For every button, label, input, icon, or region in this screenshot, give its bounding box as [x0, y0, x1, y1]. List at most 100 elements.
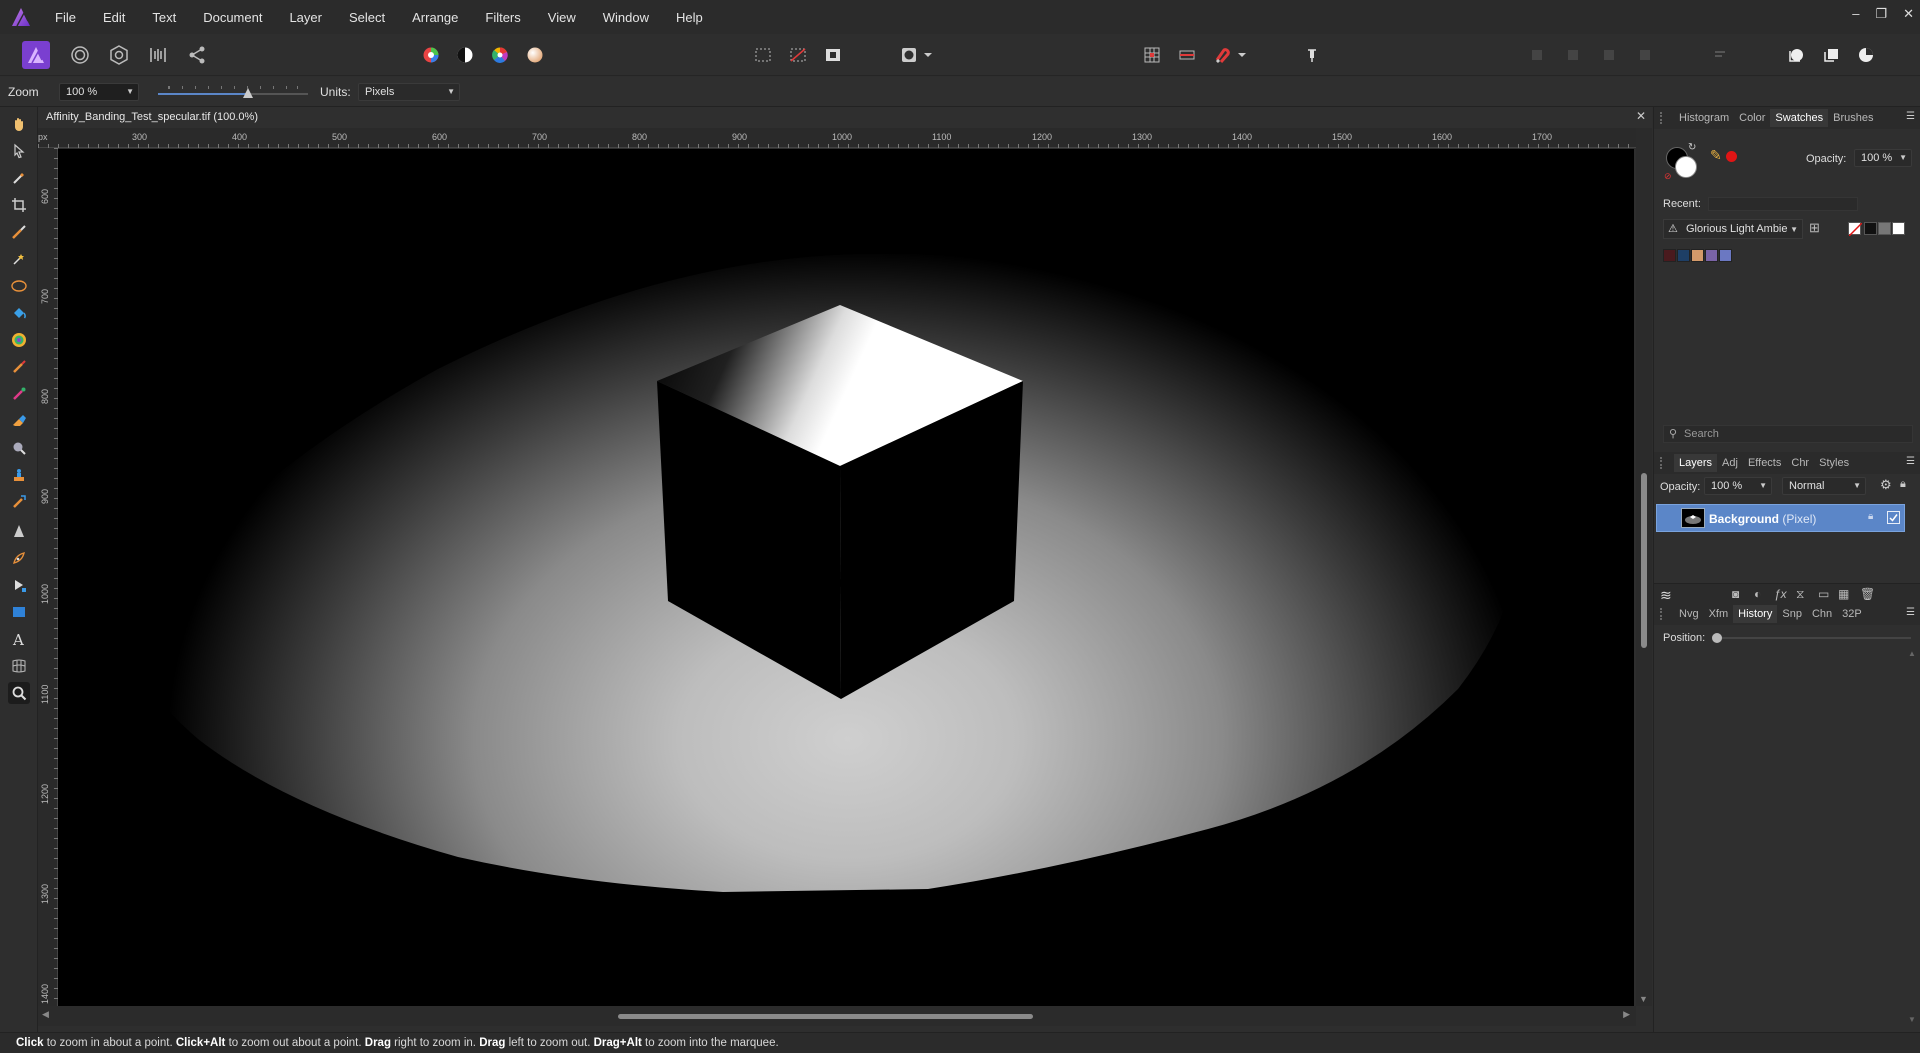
horizontal-ruler[interactable]: px 300 400 500 600 700 800 900 1000 1100 1200 1300… — [38, 128, 1636, 148]
history-slider-handle[interactable] — [1712, 633, 1722, 643]
history-scroll-down-icon[interactable]: ▼ — [1908, 1015, 1916, 1024]
invert-selection-icon[interactable] — [820, 42, 846, 68]
panel-menu-icon[interactable]: ☰ — [1906, 111, 1915, 122]
panel-grip-icon[interactable] — [1660, 608, 1664, 620]
tab-snapshots[interactable]: Snp — [1777, 605, 1807, 623]
snapping-dropdown-icon[interactable] — [1236, 42, 1248, 68]
pen-tool-icon[interactable] — [8, 547, 30, 569]
history-scroll-up-icon[interactable]: ▲ — [1908, 649, 1916, 658]
horizontal-scrollbar[interactable]: ◀ ▶ — [38, 1006, 1636, 1026]
document-canvas[interactable] — [58, 149, 1634, 1006]
deselect-icon[interactable] — [785, 42, 811, 68]
tab-channels-2[interactable]: Chn — [1807, 605, 1837, 623]
flood-fill-tool-icon[interactable] — [8, 302, 30, 324]
liquify-persona-icon[interactable] — [67, 42, 93, 68]
restore-button[interactable]: ❐ — [1875, 6, 1887, 22]
tab-navigator[interactable]: Nvg — [1674, 605, 1704, 623]
recent-colors-strip[interactable] — [1708, 197, 1858, 211]
menu-document[interactable]: Document — [203, 10, 262, 25]
none-swatch[interactable] — [1848, 222, 1862, 236]
quick-mask-dropdown-icon[interactable] — [922, 42, 934, 68]
palette-options-icon[interactable]: ⊞ — [1809, 220, 1820, 236]
panel-menu-icon[interactable]: ☰ — [1906, 456, 1915, 467]
move-tool-icon[interactable] — [8, 140, 30, 162]
document-tab[interactable]: Affinity_Banding_Test_specular.tif (100.… — [38, 107, 1652, 128]
palette-swatch[interactable] — [1663, 249, 1676, 262]
tab-32-bit-preview[interactable]: 32P — [1837, 605, 1867, 623]
gradient-tool-icon[interactable] — [8, 329, 30, 351]
develop-persona-icon[interactable] — [106, 42, 132, 68]
sharpen-brush-tool-icon[interactable] — [8, 520, 30, 542]
marquee-select-icon[interactable] — [750, 42, 776, 68]
group-folder-icon[interactable]: ▭ — [1818, 587, 1829, 601]
marquee-tool-icon[interactable] — [8, 275, 30, 297]
vertical-ruler[interactable]: 600 700 800 900 1000 1100 1200 1300 1400 — [38, 148, 58, 1006]
dodge-brush-tool-icon[interactable] — [8, 437, 30, 459]
tab-layers[interactable]: Layers — [1674, 454, 1718, 472]
menu-file[interactable]: File — [55, 10, 76, 25]
auto-contrast-icon[interactable] — [452, 42, 478, 68]
tab-history[interactable]: History — [1733, 605, 1778, 623]
panel-grip-icon[interactable] — [1660, 112, 1664, 124]
affinity-photo-logo-icon[interactable] — [11, 7, 31, 27]
photo-persona-icon[interactable] — [22, 41, 50, 69]
adjustment-icon[interactable]: ◐ — [1754, 587, 1761, 601]
layer-visibility-checkbox[interactable] — [1887, 511, 1900, 524]
auto-colors-icon[interactable] — [487, 42, 513, 68]
secondary-color-well[interactable] — [1675, 156, 1697, 178]
tab-transform[interactable]: Xfm — [1704, 605, 1734, 623]
mesh-warp-tool-icon[interactable] — [8, 655, 30, 677]
color-picker-tool-icon[interactable] — [8, 167, 30, 189]
menu-view[interactable]: View — [548, 10, 576, 25]
zoom-tool-icon[interactable] — [8, 682, 30, 704]
auto-white-balance-icon[interactable] — [522, 42, 548, 68]
layers-stack-icon[interactable]: ≋ — [1660, 587, 1672, 604]
recent-color-dot[interactable] — [1726, 151, 1737, 162]
scroll-right-icon[interactable]: ▶ — [1623, 1009, 1630, 1020]
swap-colors-icon[interactable]: ↻ — [1688, 142, 1696, 153]
tab-adjustments[interactable]: Adj — [1717, 454, 1743, 472]
lock-icon[interactable]: 🔒︎ — [1900, 478, 1906, 491]
black-swatch[interactable] — [1864, 222, 1877, 235]
auto-levels-icon[interactable] — [418, 42, 444, 68]
palette-dropdown[interactable]: ⚠ Glorious Light Ambie ▼ — [1663, 219, 1803, 239]
tab-channels[interactable]: Chr — [1786, 454, 1814, 472]
minimize-button[interactable]: – — [1852, 6, 1859, 22]
view-tool-hand-icon[interactable] — [8, 113, 30, 135]
eyedropper-icon[interactable]: ✎ — [1710, 147, 1722, 164]
gray-swatch[interactable] — [1878, 222, 1891, 235]
tab-swatches[interactable]: Swatches — [1770, 109, 1829, 127]
menu-arrange[interactable]: Arrange — [412, 10, 458, 25]
layer-row-background[interactable]: Background (Pixel) 🔒︎ — [1656, 504, 1905, 532]
node-tool-icon[interactable] — [8, 574, 30, 596]
delete-layer-icon[interactable]: 🗑︎ — [1860, 587, 1875, 601]
tab-brushes[interactable]: Brushes — [1828, 109, 1878, 127]
paint-brush-tool-icon[interactable] — [8, 356, 30, 378]
tab-styles[interactable]: Styles — [1814, 454, 1854, 472]
white-swatch[interactable] — [1892, 222, 1905, 235]
tab-histogram[interactable]: Histogram — [1674, 109, 1734, 127]
alignment-icon[interactable] — [1174, 42, 1200, 68]
horizontal-scroll-thumb[interactable] — [618, 1014, 1033, 1019]
palette-swatch[interactable] — [1677, 249, 1690, 262]
clone-brush-tool-icon[interactable] — [8, 464, 30, 486]
fill-stroke-selector[interactable]: ⊘ ↻ — [1664, 142, 1697, 181]
history-position-slider[interactable] — [1712, 633, 1911, 643]
layer-lock-icon[interactable]: 🔒︎ — [1868, 511, 1873, 522]
menu-window[interactable]: Window — [603, 10, 649, 25]
quick-mask-icon[interactable] — [896, 42, 922, 68]
palette-swatch[interactable] — [1719, 249, 1732, 262]
menu-layer[interactable]: Layer — [289, 10, 322, 25]
menu-help[interactable]: Help — [676, 10, 703, 25]
healing-brush-tool-icon[interactable] — [8, 491, 30, 513]
swatch-opacity-field[interactable]: 100 % ▼ — [1854, 149, 1912, 167]
live-filter-icon[interactable]: ⧖ — [1796, 587, 1804, 602]
tab-effects[interactable]: Effects — [1743, 454, 1786, 472]
panel-menu-icon[interactable]: ☰ — [1906, 607, 1915, 618]
scroll-left-icon[interactable]: ◀ — [42, 1009, 49, 1020]
close-document-icon[interactable]: ✕ — [1636, 109, 1646, 123]
scroll-down-icon[interactable]: ▼ — [1639, 994, 1648, 1004]
rectangle-tool-icon[interactable] — [8, 601, 30, 623]
snapping-magnet-icon[interactable] — [1209, 42, 1235, 68]
blend-options-gear-icon[interactable]: ⚙ — [1880, 477, 1892, 493]
